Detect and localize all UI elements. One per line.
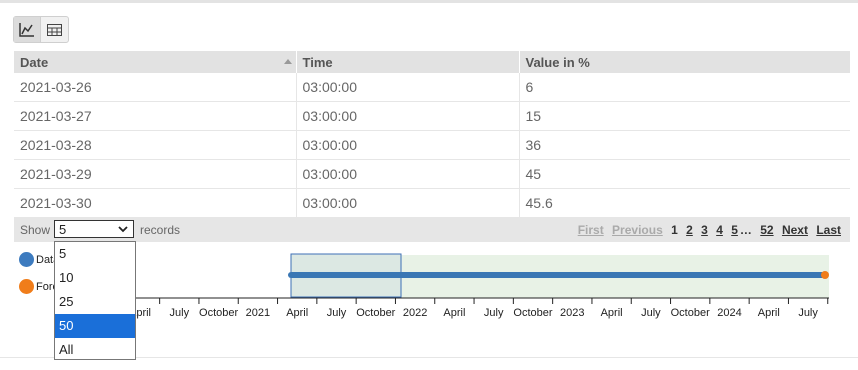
pager-page-2[interactable]: 2 (686, 223, 693, 237)
table-row: 2021-03-30 03:00:00 45.6 (14, 188, 850, 218)
page-size-value: 5 (59, 222, 67, 237)
cell-date: 2021-03-30 (14, 188, 297, 218)
pager-page-4[interactable]: 4 (716, 223, 723, 237)
axis-tick-label: July (641, 307, 661, 319)
table-row: 2021-03-29 03:00:00 45 (14, 159, 850, 189)
cell-time: 03:00:00 (296, 188, 520, 218)
cell-value: 36 (519, 130, 850, 160)
axis-tick-label: October (356, 307, 395, 319)
show-label: Show (20, 223, 51, 237)
axis-tick-label: October (671, 307, 710, 319)
column-header-label: Time (302, 54, 333, 70)
table-icon (47, 23, 62, 36)
pager-last-link[interactable]: Last (816, 223, 841, 237)
pager-page-3[interactable]: 3 (701, 223, 708, 237)
view-toggle (13, 16, 69, 43)
axis-tick-label: October (513, 307, 552, 319)
axis-tick-label: 2024 (717, 307, 741, 319)
pager-next-link[interactable]: Next (782, 223, 808, 237)
axis-tick-label: October (199, 307, 238, 319)
column-header-value[interactable]: Value in % (519, 51, 850, 73)
cell-date: 2021-03-28 (14, 130, 297, 160)
chevron-down-icon (118, 226, 128, 233)
cell-value: 6 (519, 73, 850, 102)
line-chart-icon (19, 22, 34, 37)
axis-tick-label: 2023 (560, 307, 584, 319)
page-size-option[interactable]: 25 (55, 290, 135, 314)
cell-time: 03:00:00 (296, 73, 520, 102)
axis-tick-label: April (443, 307, 465, 319)
cell-time: 03:00:00 (296, 130, 520, 160)
top-divider (0, 0, 858, 3)
table-row: 2021-03-28 03:00:00 36 (14, 130, 850, 160)
cell-value: 45.6 (519, 188, 850, 218)
pager-page-52[interactable]: 52 (760, 223, 773, 237)
sort-ascending-icon (283, 59, 292, 64)
axis-tick-label: 2022 (403, 307, 427, 319)
column-header-label: Value in % (525, 54, 590, 70)
pagination: First Previous 1 2 3 4 5… 52 Next Last (573, 223, 841, 237)
cell-date: 2021-03-27 (14, 101, 297, 131)
column-header-label: Date (20, 54, 49, 70)
cell-value: 45 (519, 159, 850, 189)
cell-date: 2021-03-29 (14, 159, 297, 189)
page-size-option[interactable]: 10 (55, 266, 135, 290)
pager-page-5[interactable]: 5 (731, 223, 738, 237)
axis-tick-label: July (798, 307, 818, 319)
records-label: records (140, 223, 181, 237)
axis-tick-label: 2021 (246, 307, 270, 319)
table-header-row: Date Time Value in % (14, 51, 850, 73)
chart-view-button[interactable] (14, 17, 41, 42)
cell-date: 2021-03-26 (14, 73, 297, 102)
page-size-select[interactable]: 5 (54, 220, 134, 238)
forecast-series-point (821, 271, 829, 279)
table-view-button[interactable] (41, 17, 68, 42)
navigator-axis-ticks: April July October 2021 April July October 2022… (119, 298, 829, 319)
table-footer: Show 5 records First Previous 1 2 3 4 5…… (14, 218, 850, 242)
table-row: 2021-03-26 03:00:00 6 (14, 73, 850, 102)
page-size-option-highlighted[interactable]: 50 (55, 314, 135, 338)
axis-tick-label: July (484, 307, 504, 319)
pager-ellipsis: … (739, 223, 752, 237)
column-header-time[interactable]: Time (296, 51, 520, 73)
axis-tick-label: July (170, 307, 190, 319)
table-row: 2021-03-27 03:00:00 15 (14, 101, 850, 131)
axis-tick-label: July (327, 307, 347, 319)
pager-previous-link[interactable]: Previous (612, 223, 663, 237)
axis-tick-label: April (601, 307, 623, 319)
cell-value: 15 (519, 101, 850, 131)
page-size-option[interactable]: 5 (55, 242, 135, 266)
pager-first-link[interactable]: First (578, 223, 604, 237)
page-size-option[interactable]: All (55, 338, 135, 362)
cell-time: 03:00:00 (296, 101, 520, 131)
pager-page-1[interactable]: 1 (671, 223, 678, 237)
axis-tick-label: April (758, 307, 780, 319)
column-header-date[interactable]: Date (14, 51, 297, 73)
cell-time: 03:00:00 (296, 159, 520, 189)
page-size-dropdown-list: 5 10 25 50 All (54, 241, 136, 360)
axis-tick-label: April (286, 307, 308, 319)
data-table: Date Time Value in % 2021-03-26 03:00:00… (14, 51, 850, 218)
